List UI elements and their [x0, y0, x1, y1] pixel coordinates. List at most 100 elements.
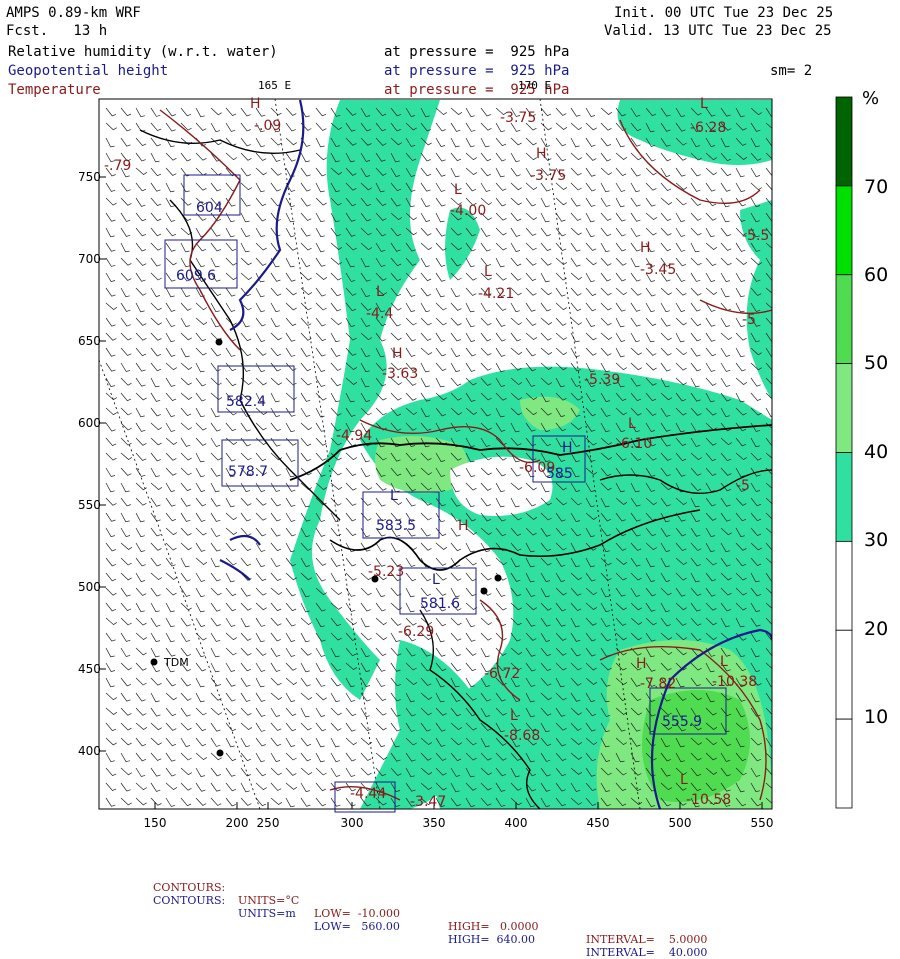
height-label: 583.5: [376, 518, 416, 534]
high-marker: H: [458, 518, 469, 534]
x-tick-label: 500: [668, 816, 692, 830]
low-marker: L: [510, 708, 518, 724]
high-marker: H: [536, 146, 547, 162]
station-dot: [480, 587, 488, 595]
low-marker: L: [376, 284, 384, 300]
temp-label: -4.4: [366, 306, 393, 322]
temp-label: -8.68: [504, 728, 540, 744]
low-marker: L: [454, 182, 462, 198]
temp-label: -7.82: [640, 676, 676, 692]
height-label: 578.7: [228, 464, 268, 480]
temp-label: -10.38: [712, 674, 757, 690]
footer-units: UNITS=m: [238, 907, 296, 920]
legend-label-50: 50: [864, 352, 889, 374]
low-marker: L: [720, 654, 728, 670]
temp-label: -5.23: [368, 564, 404, 580]
temp-label: -.09: [254, 118, 281, 134]
footer-interval: INTERVAL= 40.000: [586, 946, 708, 959]
temp-label: -6.28: [690, 120, 726, 136]
high-marker: H: [640, 240, 651, 256]
footer-height-contours: CONTOURS: UNITS=m LOW= 560.00 HIGH= 640.…: [0, 881, 900, 959]
temp-label: -4.94: [336, 428, 372, 444]
temp-label: -.79: [104, 158, 131, 174]
legend-label-20: 20: [864, 618, 889, 640]
legend-label-60: 60: [864, 264, 889, 286]
map-canvas: TDM -3.75 -6.28 -3.75 -4.00 -3.45 -4.21 …: [98, 96, 853, 813]
legend-label-70: 70: [864, 176, 889, 198]
station-dot: [494, 574, 502, 582]
legend-label-10: 10: [864, 706, 889, 728]
footer-low: LOW= 560.00: [314, 920, 400, 933]
footer-temp-contours: CONTOURS: UNITS=°C LOW= -10.000 HIGH= 0.…: [0, 868, 900, 946]
footer-contours-label: CONTOURS:: [153, 894, 226, 907]
colorbar-segment: [835, 274, 853, 365]
temp-label: -10.58: [686, 792, 731, 808]
height-label: 604: [196, 200, 223, 216]
station-dot: [216, 749, 224, 757]
temp-label: -5: [742, 312, 756, 328]
footer-high: HIGH= 640.00: [448, 933, 536, 946]
x-tick-label: 350: [422, 816, 446, 830]
temp-label: -4.00: [450, 203, 486, 219]
footer-interval: INTERVAL= 5.0000: [586, 933, 708, 946]
low-marker: L: [700, 96, 708, 112]
temp-label: -4.44: [350, 786, 386, 802]
temp-label: -5: [736, 478, 750, 494]
rh-colorbar: [835, 96, 853, 809]
height-label: 555.9: [662, 714, 702, 730]
station-dot-tdm: [150, 658, 158, 666]
x-tick-label: 150: [143, 816, 167, 830]
colorbar-segment: [835, 718, 853, 809]
high-marker: H: [250, 96, 261, 112]
legend-label-40: 40: [864, 441, 889, 463]
temp-label: -3.47: [410, 794, 446, 810]
colorbar-segment: [835, 540, 853, 631]
y-tick-label: 400: [78, 744, 101, 758]
temp-label: -3.75: [530, 168, 566, 184]
temp-label: -6.29: [398, 624, 434, 640]
colorbar-segment: [835, 629, 853, 720]
x-tick-label: 450: [586, 816, 610, 830]
y-tick-label: 700: [78, 252, 101, 266]
colorbar-segment: [835, 96, 853, 187]
high-marker: H: [636, 656, 647, 672]
colorbar-segment: [835, 452, 853, 542]
y-tick-label: 650: [78, 334, 101, 348]
footer-high: HIGH= 0.0000: [448, 920, 539, 933]
low-marker: L: [680, 772, 688, 788]
legend-label-30: 30: [864, 529, 889, 551]
high-marker: H: [562, 440, 573, 456]
y-tick-label: 550: [78, 498, 101, 512]
x-tick-label: 250: [256, 816, 280, 830]
footer-low: LOW= -10.000: [314, 907, 401, 920]
temp-label: -3.63: [382, 366, 418, 382]
y-tick-label: 450: [78, 662, 101, 676]
low-marker: L: [390, 488, 398, 504]
height-label: 582.4: [226, 394, 266, 410]
station-dot: [215, 338, 223, 346]
station-label-tdm: TDM: [163, 656, 189, 669]
height-label: 585: [546, 466, 573, 482]
y-tick-label: 600: [78, 416, 101, 430]
temp-label: -6.10: [616, 436, 652, 452]
temp-label: -6.72: [484, 666, 520, 682]
x-tick-label: 400: [504, 816, 528, 830]
footer-units: UNITS=°C: [238, 894, 300, 907]
low-marker: L: [628, 416, 636, 432]
colorbar-segment: [835, 185, 853, 276]
temp-label: -5.5: [742, 228, 769, 244]
x-tick-label: 300: [340, 816, 364, 830]
y-tick-label: 500: [78, 580, 101, 594]
height-label: 581.6: [420, 596, 460, 612]
x-tick-label: 550: [750, 816, 774, 830]
height-label: 609.6: [176, 268, 216, 284]
legend-unit: %: [862, 88, 880, 109]
temp-label: -5.39: [584, 372, 620, 388]
low-marker: L: [432, 572, 440, 588]
high-marker: H: [392, 346, 403, 362]
y-tick-label: 750: [78, 170, 101, 184]
temp-label: -3.75: [500, 110, 536, 126]
temp-label: -3.45: [640, 262, 676, 278]
x-tick-label: 200: [225, 816, 249, 830]
temp-label: -4.21: [478, 286, 514, 302]
